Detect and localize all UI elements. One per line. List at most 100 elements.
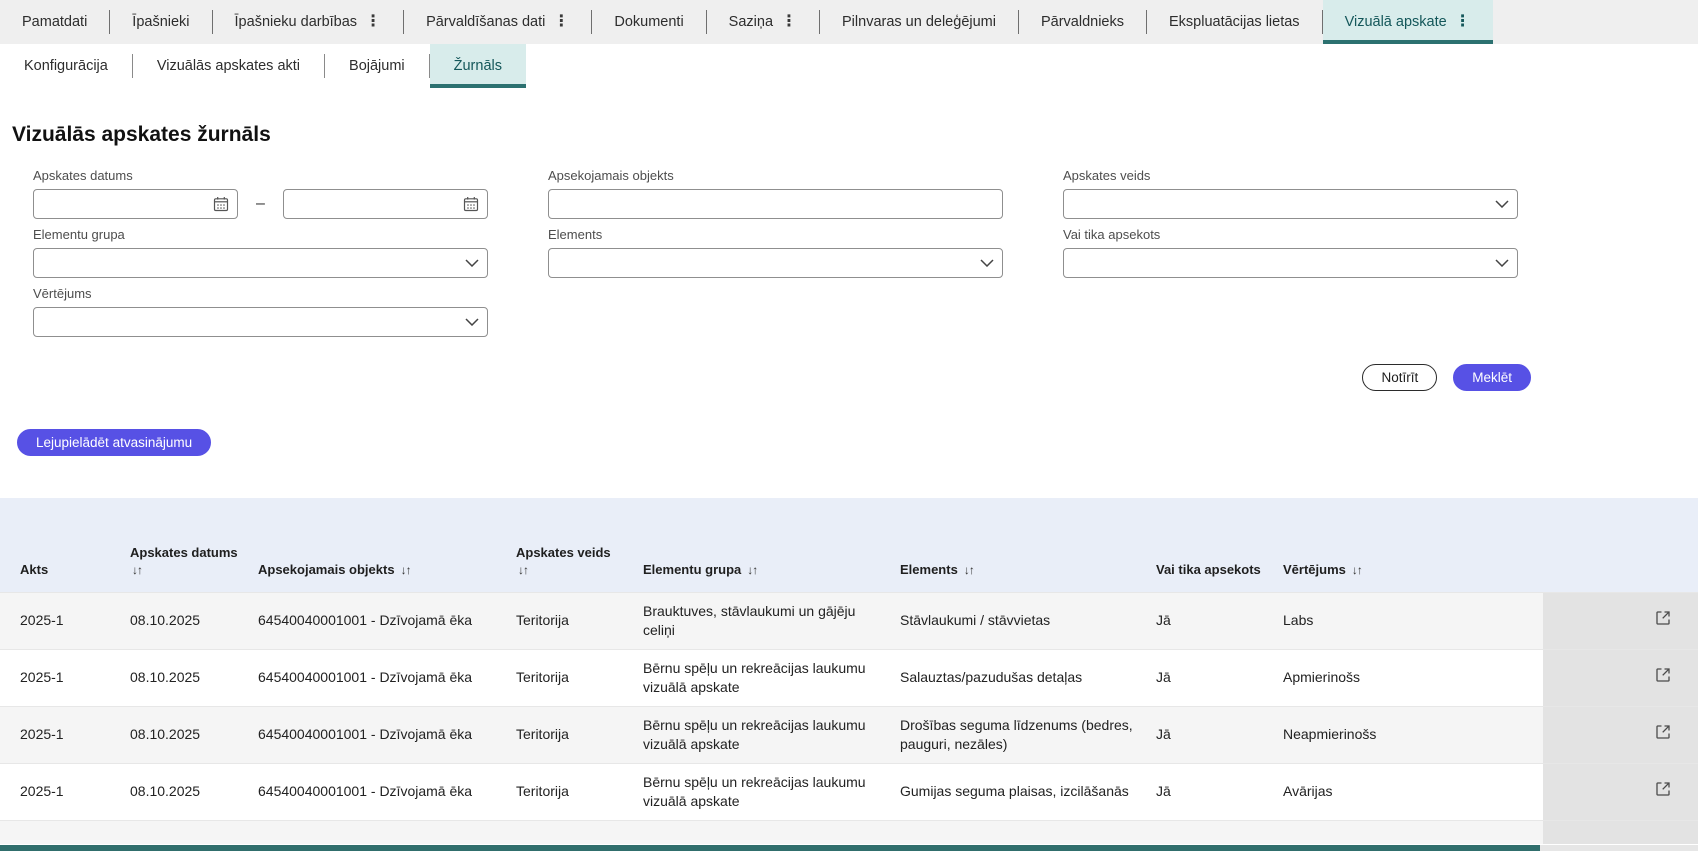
results-table-container: Akts Apskates datums↓↑ Apsekojamais obje… [0,498,1698,844]
clear-button[interactable]: Notīrīt [1362,364,1437,391]
nav-tab-vizuala-apskate[interactable]: Vizuālā apskate⋮ [1323,0,1493,44]
cell-apsekojamais-objekts: 64540040001001 - Dzīvojamā ēka [258,763,516,820]
page-title: Vizuālās apskates žurnāls [12,122,1698,148]
cell-apskates-datums: 08.10.2025 [130,592,258,649]
calendar-icon[interactable] [463,196,479,212]
cell-apskates-veids: Teritorija [516,649,643,706]
nav-tab-pilnvaras-un-delegejumi[interactable]: Pilnvaras un deleģējumi [820,0,1018,44]
column-header-elements[interactable]: Elements↓↑ [900,498,1156,592]
search-button[interactable]: Meklēt [1453,364,1531,391]
nav-tab-pamatdati[interactable]: Pamatdati [0,0,109,44]
field-vai-tika-apsekots: Vai tika apsekots [1063,227,1518,278]
cell-vai-tika-apsekots: Jā [1156,763,1283,820]
kebab-menu-icon[interactable]: ⋮ [781,14,797,30]
open-record-button[interactable] [1654,780,1672,798]
column-header-akts: Akts [0,498,130,592]
cell-akts: 2025-1 [0,763,130,820]
sort-icon[interactable]: ↓↑ [1352,563,1362,577]
sort-icon[interactable]: ↓↑ [518,563,627,577]
table-row: 2025-1 08.10.2025 64540040001001 - Dzīvo… [0,706,1698,763]
kebab-menu-icon[interactable]: ⋮ [1455,14,1471,30]
apsekojamais-objekts-control [548,189,1003,219]
cell-vai-tika-apsekots: Jā [1156,592,1283,649]
nav-tab-parvaldisanas-dati[interactable]: Pārvaldīšanas dati⋮ [404,0,591,44]
date-from-control [33,189,238,219]
nav-tab-ipasnieki[interactable]: Īpašnieki [110,0,211,44]
nav-tab-parvaldnieks[interactable]: Pārvaldnieks [1019,0,1146,44]
tab-bojajumi[interactable]: Bojājumi [325,44,429,88]
tab-zurnals[interactable]: Žurnāls [430,44,526,88]
nav-tab-sazina[interactable]: Saziņa⋮ [707,0,819,44]
apskates-veids-select[interactable] [1063,189,1518,219]
cell-elementu-grupa: Bērnu spēļu un rekreācijas laukumu vizuā… [643,706,900,763]
cell-apskates-datums: 08.10.2025 [130,763,258,820]
cell-elements: Drošības seguma līdzenums (bedres, paugu… [900,706,1156,763]
kebab-menu-icon[interactable]: ⋮ [553,14,569,30]
elementu-grupa-select[interactable] [33,248,488,278]
date-from-input[interactable] [34,190,237,218]
table-header-row: Akts Apskates datums↓↑ Apsekojamais obje… [0,498,1698,592]
open-record-button[interactable] [1654,666,1672,684]
sub-navigation: Konfigurācija Vizuālās apskates akti Boj… [0,44,1698,88]
cell-vertejums: Labs [1283,592,1543,649]
nav-tab-dokumenti[interactable]: Dokumenti [592,0,705,44]
sort-icon[interactable]: ↓↑ [132,563,242,577]
vai-tika-apsekots-select[interactable] [1063,248,1518,278]
table-row-partial [0,820,1698,844]
cell-elements: Stāvlaukumi / stāvvietas [900,592,1156,649]
cell-vai-tika-apsekots: Jā [1156,649,1283,706]
vertejums-select[interactable] [33,307,488,337]
filter-form: Apskates datums – Apsekojamais obj [33,168,1518,337]
field-vertejums: Vērtējums [33,286,488,337]
field-apskates-veids: Apskates veids [1063,168,1518,219]
cell-actions [1543,706,1698,763]
results-table: Akts Apskates datums↓↑ Apsekojamais obje… [0,498,1698,844]
apsekojamais-objekts-input[interactable] [549,190,1002,218]
cell-actions [1543,649,1698,706]
date-to-input[interactable] [284,190,487,218]
sort-icon[interactable]: ↓↑ [747,563,757,577]
column-header-apsekojamais-objekts[interactable]: Apsekojamais objekts↓↑ [258,498,516,592]
cell-actions [1543,592,1698,649]
horizontal-scrollbar-thumb[interactable] [0,845,1540,851]
apskates-veids-value [1064,190,1517,218]
chevron-down-icon [465,318,479,326]
horizontal-scrollbar-track [0,845,1698,851]
cell-elementu-grupa: Bērnu spēļu un rekreācijas laukumu vizuā… [643,649,900,706]
column-header-vertejums[interactable]: Vērtējums↓↑ [1283,498,1543,592]
column-header-elementu-grupa[interactable]: Elementu grupa↓↑ [643,498,900,592]
sort-icon[interactable]: ↓↑ [401,563,411,577]
vai-tika-apsekots-value [1064,249,1517,277]
cell-actions [1543,763,1698,820]
cell-elements: Gumijas seguma plaisas, izcilāšanās [900,763,1156,820]
column-header-apskates-veids[interactable]: Apskates veids↓↑ [516,498,643,592]
chevron-down-icon [1495,200,1509,208]
kebab-menu-icon[interactable]: ⋮ [365,14,381,30]
tab-vizualas-apskates-akti[interactable]: Vizuālās apskates akti [133,44,324,88]
calendar-icon[interactable] [213,196,229,212]
elementu-grupa-value [34,249,487,277]
download-derivative-button[interactable]: Lejupielādēt atvasinājumu [17,429,211,456]
cell-apskates-veids: Teritorija [516,763,643,820]
column-header-apskates-datums[interactable]: Apskates datums↓↑ [130,498,258,592]
cell-apskates-veids: Teritorija [516,592,643,649]
chevron-down-icon [980,259,994,267]
cell-elementu-grupa: Bērnu spēļu un rekreācijas laukumu vizuā… [643,763,900,820]
sort-icon[interactable]: ↓↑ [964,563,974,577]
cell-vertejums: Neapmierinošs [1283,706,1543,763]
tab-konfiguracija[interactable]: Konfigurācija [0,44,132,88]
vai-tika-apsekots-label: Vai tika apsekots [1063,227,1518,242]
field-apskates-datums: Apskates datums – [33,168,488,219]
apskates-datums-label: Apskates datums [33,168,488,183]
open-record-button[interactable] [1654,723,1672,741]
field-apsekojamais-objekts: Apsekojamais objekts [548,168,1003,219]
open-record-button[interactable] [1654,609,1672,627]
elements-label: Elements [548,227,1003,242]
download-row: Lejupielādēt atvasinājumu [17,429,1698,456]
top-navigation: Pamatdati Īpašnieki Īpašnieku darbības⋮ … [0,0,1698,44]
elements-select[interactable] [548,248,1003,278]
nav-tab-ipasnieku-darbibas[interactable]: Īpašnieku darbības⋮ [213,0,404,44]
cell-apsekojamais-objekts: 64540040001001 - Dzīvojamā ēka [258,706,516,763]
nav-tab-ekspluatacijas-lietas[interactable]: Ekspluatācijas lietas [1147,0,1322,44]
cell-apsekojamais-objekts: 64540040001001 - Dzīvojamā ēka [258,592,516,649]
